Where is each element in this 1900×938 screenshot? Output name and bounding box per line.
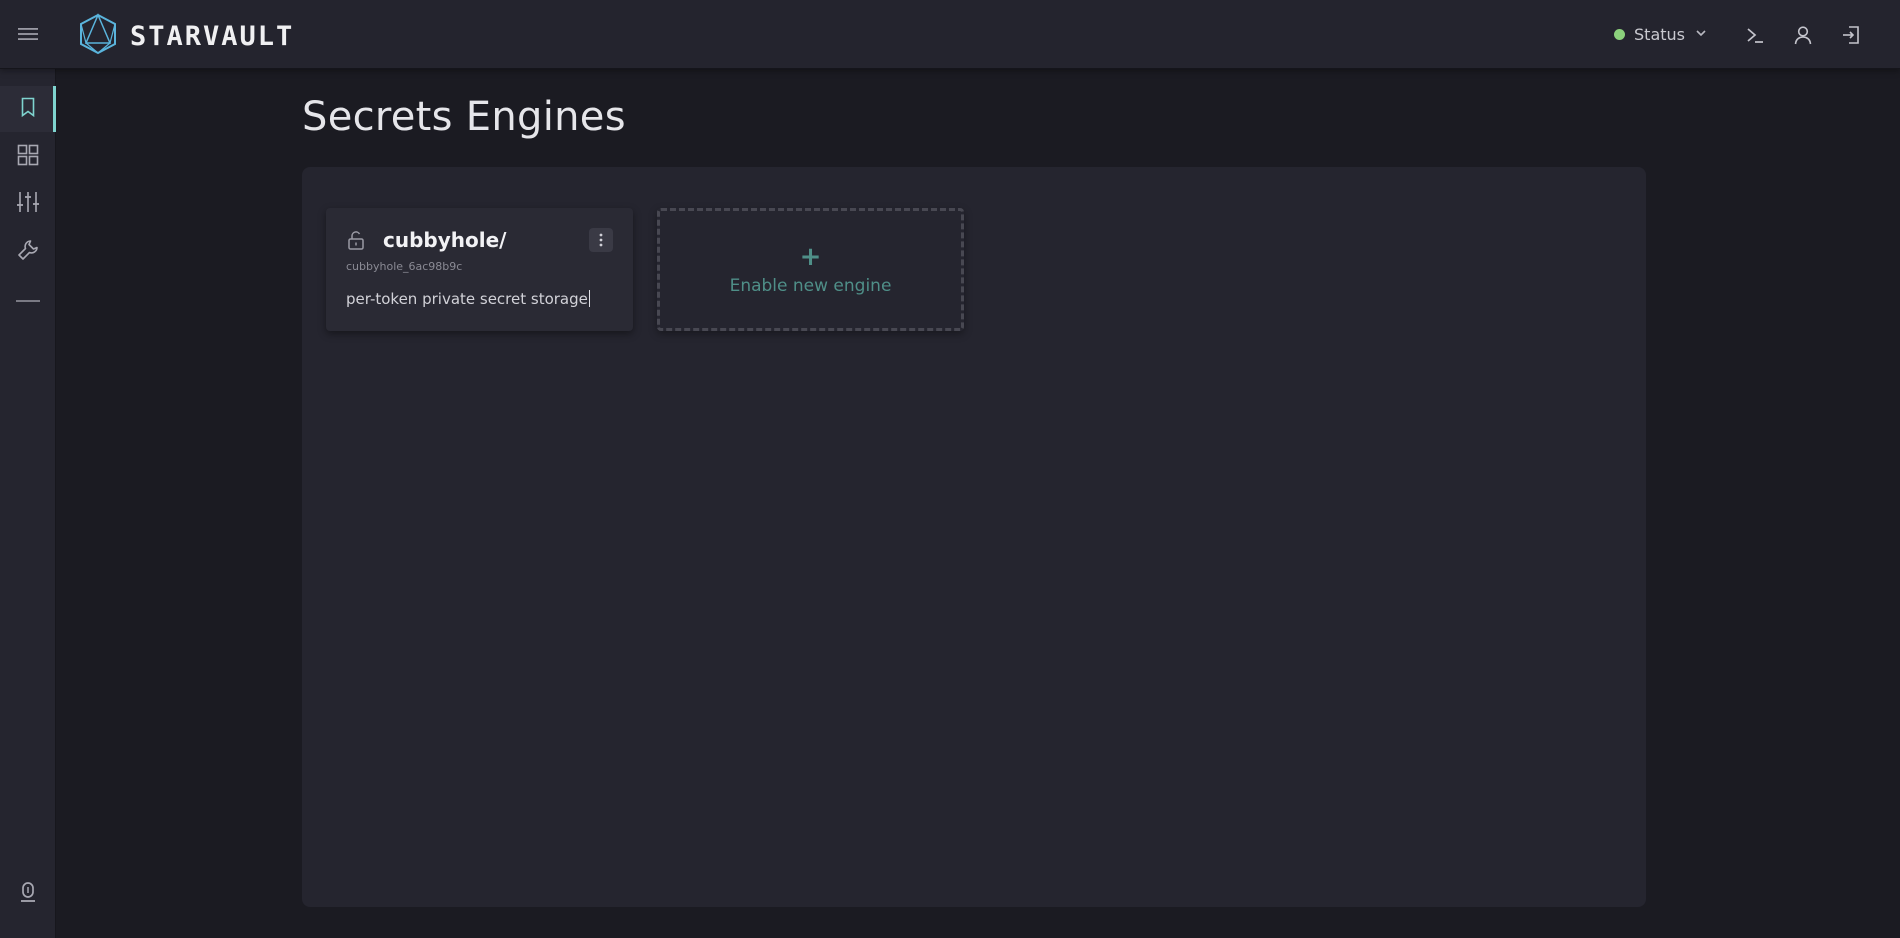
sidebar-item-storage[interactable] [0,871,56,917]
plus-icon: + [799,241,822,272]
engine-name[interactable]: cubbyhole/ [383,228,506,252]
sidebar [0,69,56,938]
sidebar-item-secrets[interactable] [0,86,56,132]
unlock-icon [346,230,366,250]
status-label: Status [1634,25,1685,44]
engine-description-text: per-token private secret storage [346,290,588,308]
brand-name: STARVAULT [130,20,295,52]
sidebar-divider [16,300,40,302]
menu-icon[interactable] [16,22,40,46]
status-indicator [1614,29,1626,40]
sidebar-item-settings[interactable] [0,181,56,227]
chevron-down-icon [1694,25,1708,44]
status-button[interactable]: Status [1614,25,1708,44]
engines-panel: cubbyhole/ cubbyhole_6ac98b9c per-token … [302,167,1646,907]
brand-logo[interactable]: STARVAULT [78,13,294,59]
sidebar-item-dashboard[interactable] [0,134,56,180]
terminal-icon[interactable] [1742,22,1768,48]
logo-icon [78,13,118,59]
page-title: Secrets Engines [302,94,626,140]
sliders-icon [16,190,40,218]
sidebar-item-tools[interactable] [0,229,56,275]
kebab-menu-icon[interactable] [589,228,613,252]
enable-new-engine-button[interactable]: + Enable new engine [657,208,964,331]
top-actions: Status [1614,0,1864,69]
wrench-icon [16,238,40,266]
bookmark-icon [17,96,39,122]
user-icon[interactable] [1790,22,1816,48]
engine-card-cubbyhole[interactable]: cubbyhole/ cubbyhole_6ac98b9c per-token … [326,208,633,331]
enable-new-engine-label: Enable new engine [729,275,892,296]
top-bar: STARVAULT Status [0,0,1900,69]
sign-out-icon[interactable] [1838,22,1864,48]
grid-icon [16,143,40,171]
engine-id: cubbyhole_6ac98b9c [346,260,463,273]
engine-description: per-token private secret storage [346,290,590,308]
storage-icon [18,881,38,907]
text-cursor [588,290,590,307]
